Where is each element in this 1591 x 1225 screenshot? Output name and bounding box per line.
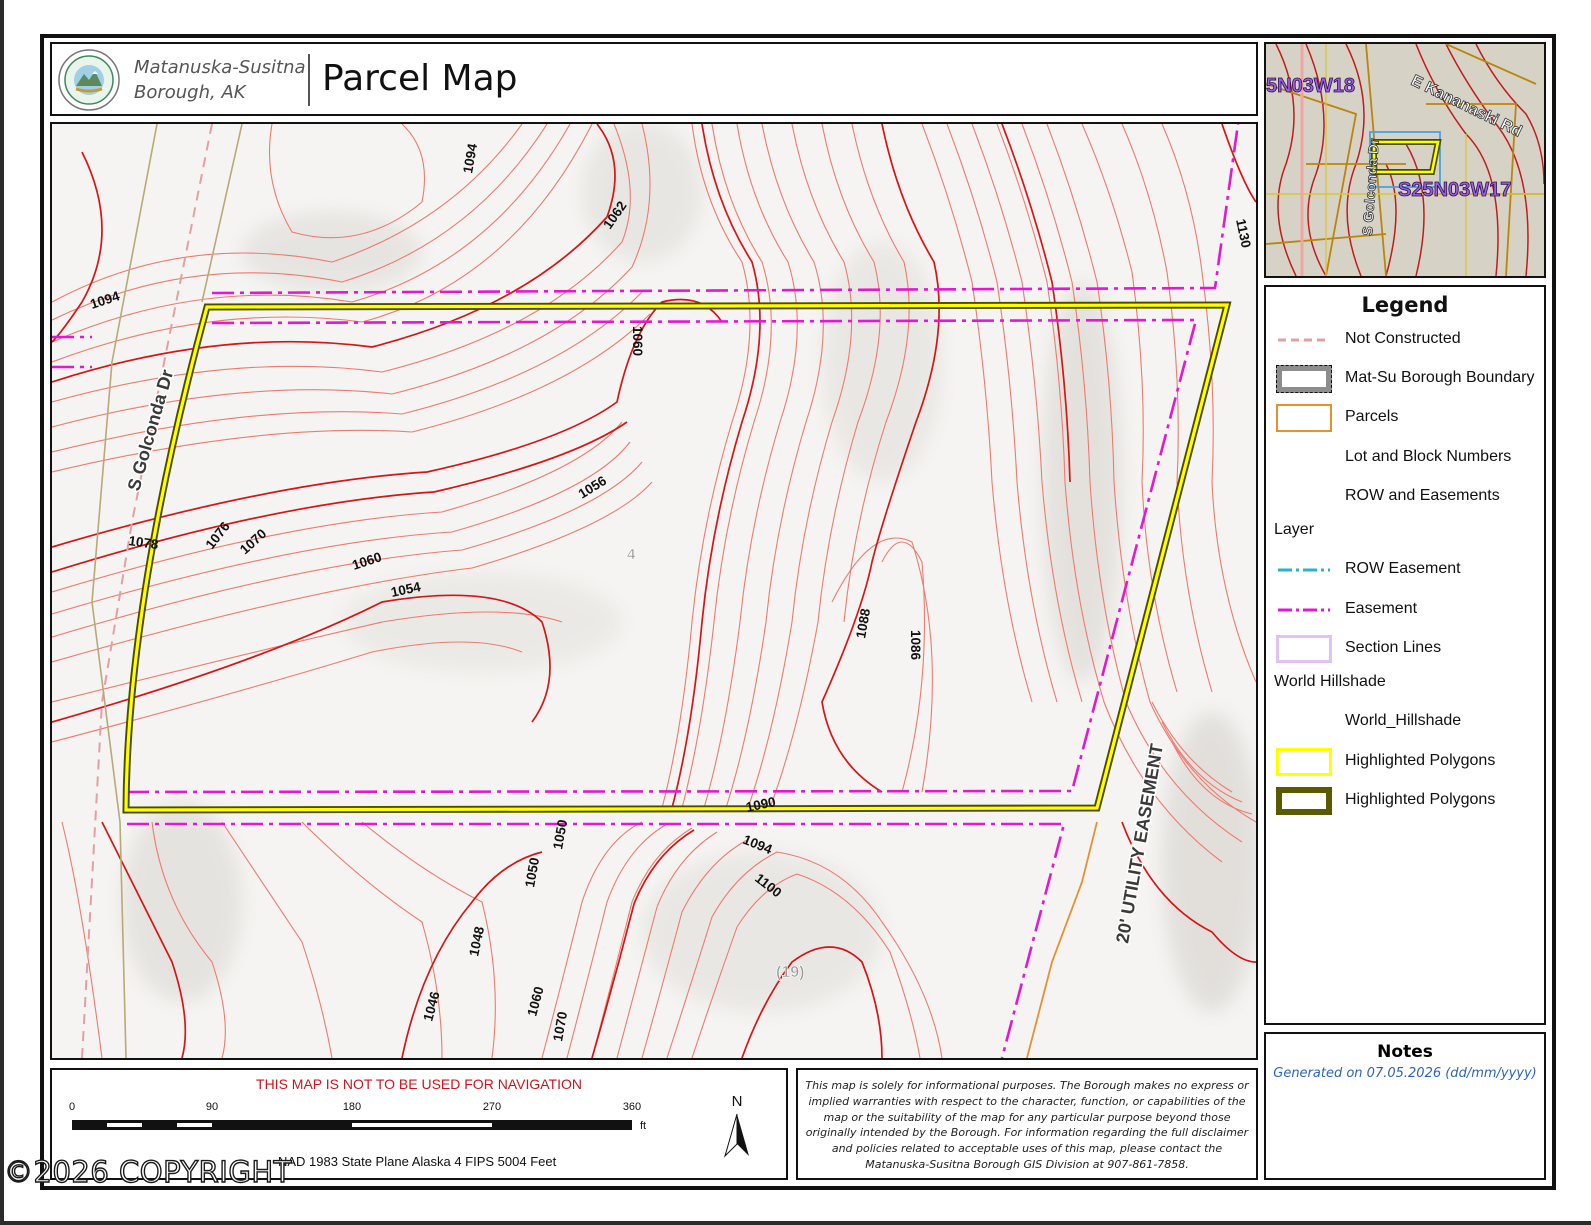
overview-inset-map[interactable]: 5N03W18 E Kananaski Rd S25N03W17 S Golco… — [1264, 42, 1546, 278]
header-divider — [308, 54, 310, 106]
organization-line-2: Borough, AK — [134, 82, 246, 103]
magenta-dash-dot-line-icon — [1278, 608, 1330, 612]
north-arrow-icon: N — [723, 1093, 749, 1158]
lavender-outline-box-icon — [1276, 635, 1332, 663]
map-svg: 1094 1094 1062 1130 1060 1056 1078 1076 … — [52, 124, 1256, 1058]
legend-group-layer: Layer — [1274, 521, 1315, 538]
page-edge-left — [0, 0, 4, 1225]
inset-svg: 5N03W18 E Kananaski Rd S25N03W17 S Golco… — [1266, 44, 1544, 276]
inset-section-label-west: 5N03W18 — [1266, 75, 1355, 97]
legend-label: World_Hillshade — [1345, 712, 1462, 729]
lot-number-label: 4 — [627, 546, 636, 563]
contour-label: 1086 — [908, 630, 923, 661]
scale-unit-label: ft — [640, 1120, 646, 1132]
scale-tick-label: 270 — [483, 1101, 501, 1113]
legend-label: Section Lines — [1345, 639, 1442, 656]
contour-label: 1060 — [630, 326, 645, 356]
notes-panel: Notes Generated on 07.05.2026 (dd/mm/yyy… — [1264, 1032, 1546, 1180]
borough-seal-icon — [58, 49, 120, 111]
blue-dash-dot-line-icon — [1278, 568, 1330, 572]
legend-label: Mat-Su Borough Boundary — [1345, 369, 1535, 386]
legend-label: Highlighted Polygons — [1345, 791, 1496, 808]
olive-thick-outline-box-icon — [1276, 787, 1332, 815]
map-header: Matanuska-Susitna Borough, AK Parcel Map — [50, 42, 1258, 116]
map-canvas[interactable]: 1094 1094 1062 1130 1060 1056 1078 1076 … — [50, 122, 1258, 1060]
organization-name: Matanuska-Susitna Borough, AK — [134, 55, 306, 105]
gray-boundary-box-icon — [1276, 365, 1332, 393]
notes-generated-date: Generated on 07.05.2026 (dd/mm/yyyy) — [1273, 1066, 1537, 1081]
scale-tick-label: 180 — [343, 1101, 361, 1113]
orange-outline-box-icon — [1276, 404, 1332, 432]
legend-label: Lot and Block Numbers — [1345, 448, 1512, 465]
legend-label: Highlighted Polygons — [1345, 752, 1496, 769]
disclaimer-text: This map is solely for informational pur… — [805, 1079, 1249, 1171]
organization-line-1: Matanuska-Susitna — [134, 57, 306, 78]
map-legend: Legend Not Constructed Mat-Su Borough Bo… — [1264, 285, 1546, 1025]
legend-label: Not Constructed — [1345, 330, 1461, 347]
notes-title: Notes — [1377, 1042, 1433, 1062]
coordinate-system-label: NAD 1983 State Plane Alaska 4 FIPS 5004 … — [278, 1154, 557, 1169]
copyright-watermark: ©2026 COPYRIGHT — [3, 1154, 292, 1189]
legend-label: ROW Easement — [1345, 560, 1461, 577]
legend-label: Easement — [1345, 600, 1418, 617]
disclaimer-panel: This map is solely for informational pur… — [796, 1068, 1258, 1180]
yellow-outline-box-icon — [1276, 748, 1332, 776]
scale-bar — [72, 1120, 632, 1130]
inset-section-label-east: S25N03W17 — [1398, 179, 1511, 201]
scale-tick-label: 0 — [69, 1101, 75, 1113]
north-label: N — [732, 1093, 743, 1110]
block-number-label: (19) — [776, 964, 804, 981]
legend-group-hillshade: World Hillshade — [1274, 673, 1386, 690]
scale-tick-label: 360 — [623, 1101, 641, 1113]
legend-label: Parcels — [1345, 408, 1399, 425]
dashed-pink-line-icon — [1278, 338, 1330, 342]
page-title: Parcel Map — [322, 58, 518, 99]
legend-title: Legend — [1361, 293, 1449, 317]
scale-tick-label: 90 — [206, 1101, 218, 1113]
page-edge-bottom — [0, 1221, 1591, 1225]
legend-label: ROW and Easements — [1345, 487, 1500, 504]
